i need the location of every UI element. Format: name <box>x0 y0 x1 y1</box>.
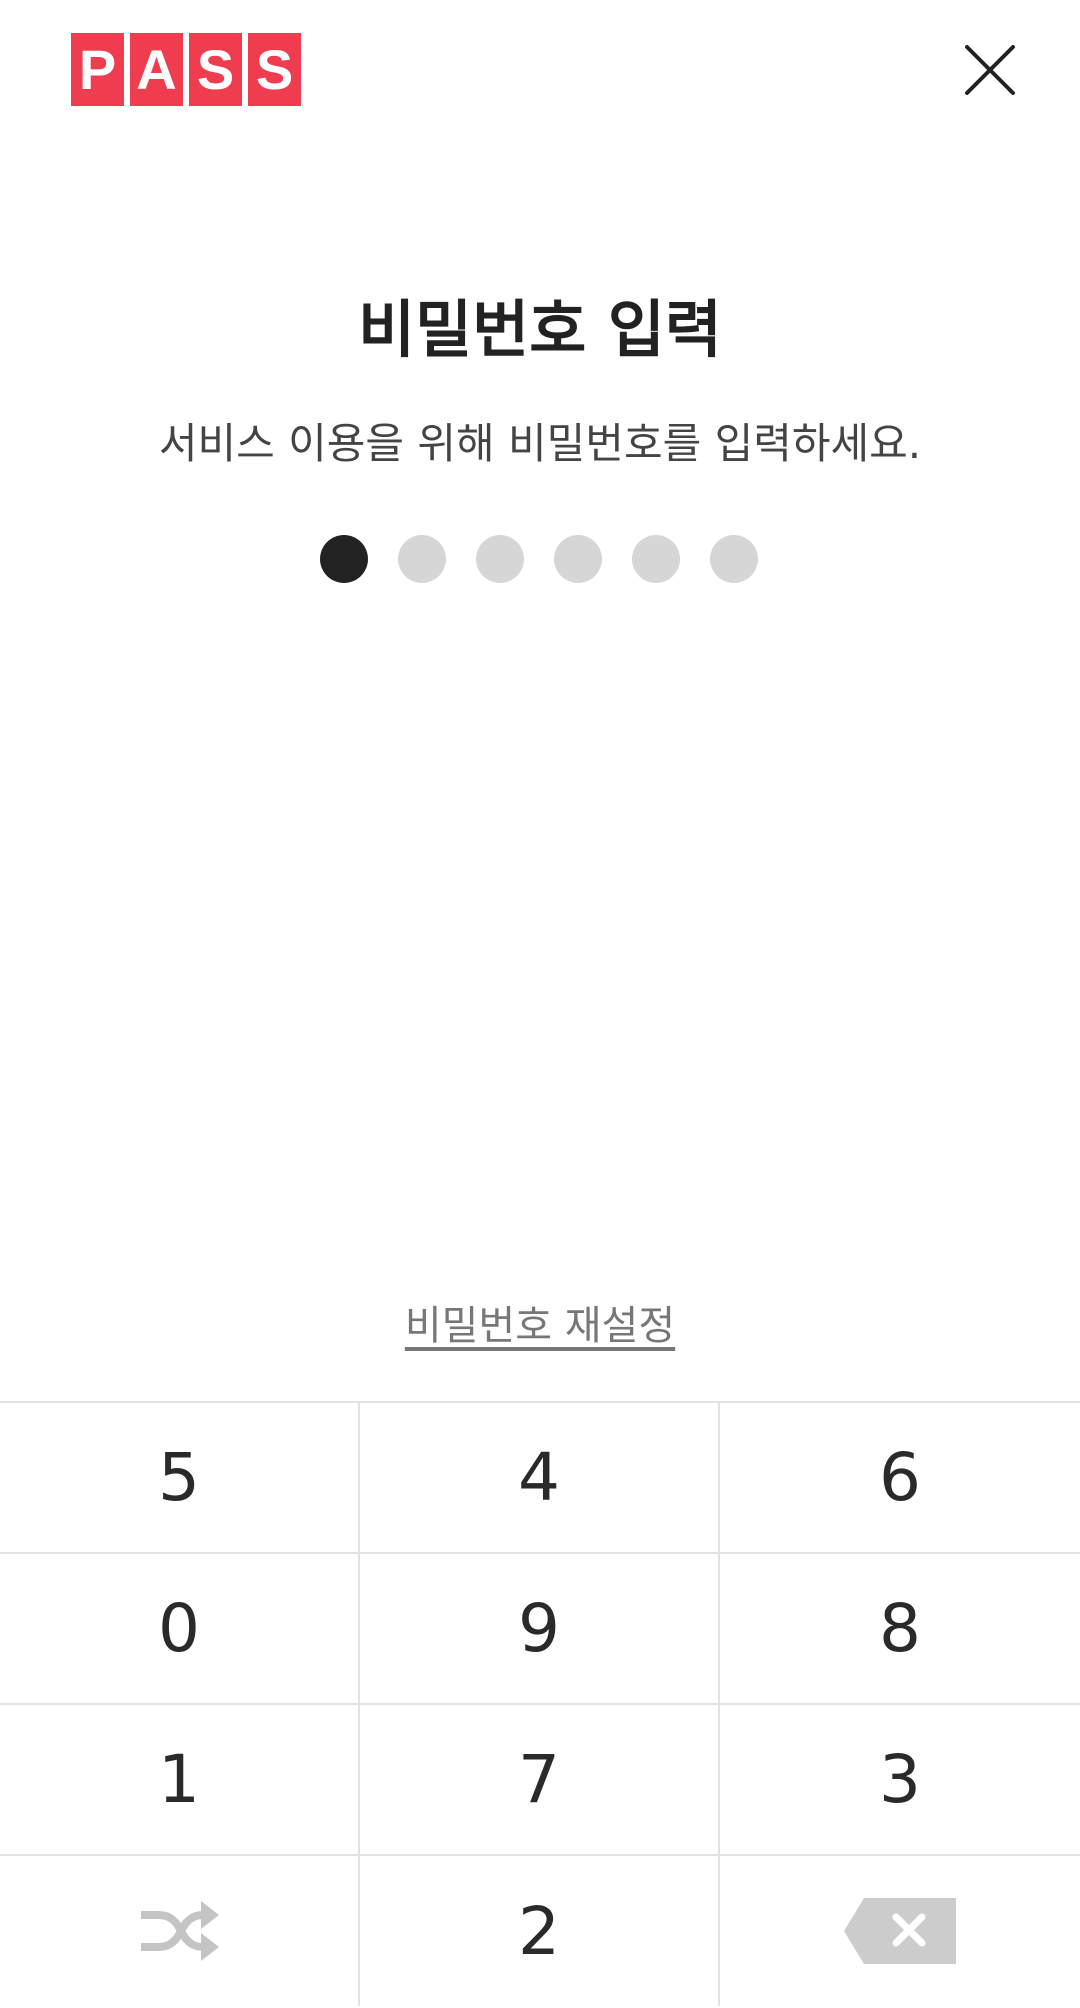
backspace-button[interactable] <box>720 1856 1080 2006</box>
shuffle-icon <box>141 1901 219 1961</box>
logo-letter: A <box>130 33 183 106</box>
pin-dot <box>632 535 680 583</box>
logo-letter: S <box>189 33 242 106</box>
keypad-key[interactable]: 8 <box>720 1554 1080 1705</box>
page-subtitle: 서비스 이용을 위해 비밀번호를 입력하세요. <box>158 419 922 468</box>
shuffle-button[interactable] <box>0 1856 360 2006</box>
keypad-key[interactable]: 1 <box>0 1705 360 1856</box>
pin-dot <box>554 535 602 583</box>
reset-password-link[interactable]: 비밀번호 재설정 <box>405 1303 675 1349</box>
close-button[interactable] <box>952 32 1028 108</box>
keypad-key[interactable]: 0 <box>0 1554 360 1705</box>
pin-indicator <box>320 535 758 583</box>
numeric-keypad: 5 4 6 0 9 8 1 7 3 2 <box>0 1401 1080 2008</box>
pin-dot <box>476 535 524 583</box>
page-title: 비밀번호 입력 <box>358 293 722 366</box>
keypad-key[interactable]: 4 <box>360 1403 720 1554</box>
backspace-icon <box>844 1898 956 1964</box>
logo-letter: P <box>71 33 124 106</box>
keypad-key[interactable]: 5 <box>0 1403 360 1554</box>
reset-password-container: 비밀번호 재설정 <box>0 1298 1080 1354</box>
pin-dot <box>320 535 368 583</box>
pass-logo: P A S S <box>71 33 301 106</box>
keypad-key[interactable]: 6 <box>720 1403 1080 1554</box>
logo-letter: S <box>248 33 301 106</box>
keypad-key[interactable]: 7 <box>360 1705 720 1856</box>
keypad-key[interactable]: 2 <box>360 1856 720 2006</box>
keypad-key[interactable]: 3 <box>720 1705 1080 1856</box>
keypad-key[interactable]: 9 <box>360 1554 720 1705</box>
close-icon <box>965 45 1015 95</box>
pin-dot <box>710 535 758 583</box>
pin-dot <box>398 535 446 583</box>
